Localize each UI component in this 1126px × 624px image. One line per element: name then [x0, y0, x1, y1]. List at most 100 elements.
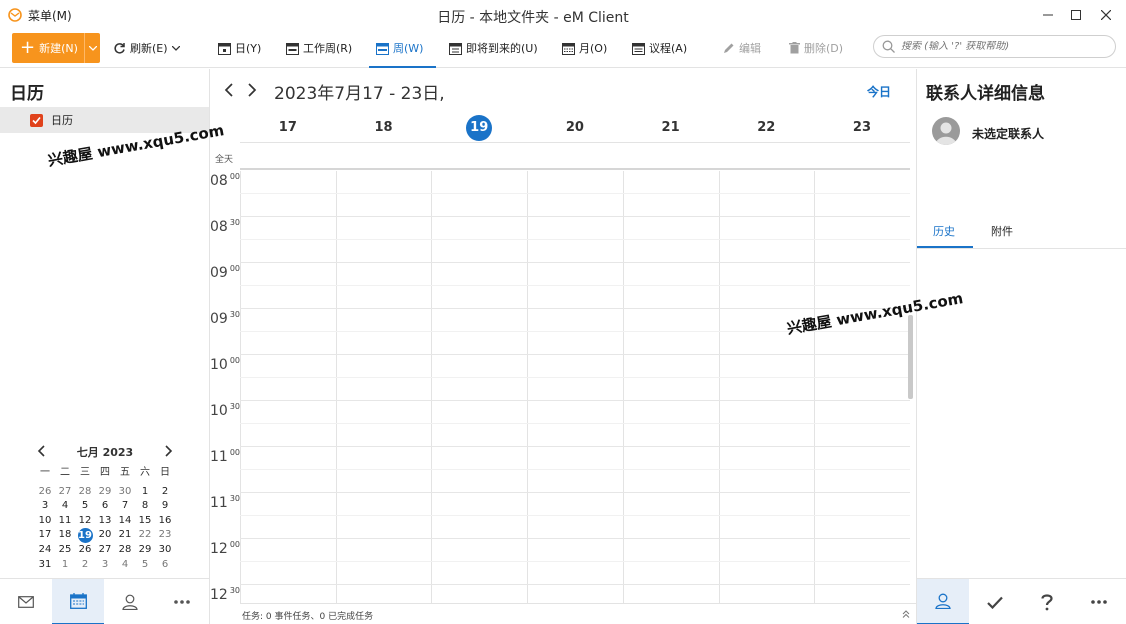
mini-calendar-day[interactable]: 13 — [95, 514, 115, 529]
mini-calendar-day[interactable]: 29 — [95, 485, 115, 500]
mini-calendar-day[interactable]: 10 — [35, 514, 55, 529]
day-column-header[interactable]: 22 — [718, 113, 814, 142]
more-nav-button[interactable] — [156, 579, 208, 624]
close-button[interactable] — [1092, 4, 1120, 26]
mini-calendar-day[interactable]: 14 — [115, 514, 135, 529]
person-icon — [935, 122, 957, 145]
pencil-icon — [723, 42, 735, 54]
time-label-minute: 00 — [229, 172, 241, 181]
new-dropdown-button[interactable] — [84, 33, 100, 63]
new-button[interactable]: + 新建(N) — [12, 33, 100, 63]
maximize-button[interactable] — [1062, 4, 1090, 26]
view-week-button[interactable]: 周(W) — [376, 38, 423, 58]
day-column-header[interactable]: 19 — [431, 113, 527, 142]
time-label-minute: 30 — [229, 402, 241, 411]
view-upcoming-button[interactable]: 即将到来的(U) — [449, 38, 538, 58]
view-month-button[interactable]: 月(O) — [562, 38, 607, 58]
mini-calendar-day[interactable]: 4 — [55, 499, 75, 514]
mini-calendar-day[interactable]: 27 — [55, 485, 75, 500]
mini-calendar-day[interactable]: 26 — [35, 485, 55, 500]
today-button[interactable]: 今日 — [867, 83, 891, 100]
mini-calendar-prev-button[interactable] — [37, 445, 45, 457]
search-input[interactable] — [901, 41, 1101, 52]
mini-calendar-day[interactable]: 28 — [75, 485, 95, 500]
mini-calendar-day[interactable]: 23 — [155, 528, 175, 543]
mini-calendar-day[interactable]: 15 — [135, 514, 155, 529]
day-column-header[interactable]: 18 — [336, 113, 432, 142]
mini-calendar-day[interactable]: 19 — [75, 528, 95, 544]
weekday-label: 五 — [120, 467, 130, 478]
delete-button[interactable]: 删除(D) — [789, 38, 843, 58]
time-label: 08 00 — [210, 172, 240, 189]
mini-calendar-day[interactable]: 20 — [95, 528, 115, 543]
collapse-up-icon[interactable] — [902, 610, 910, 618]
view-day-button[interactable]: 日(Y) — [218, 38, 261, 58]
mini-calendar-day[interactable]: 16 — [155, 514, 175, 529]
mini-calendar-day[interactable]: 1 — [135, 485, 155, 500]
view-day-label: 日(Y) — [235, 42, 262, 55]
allday-row[interactable] — [240, 144, 910, 170]
mini-calendar-day[interactable]: 8 — [135, 499, 155, 514]
person-icon — [935, 593, 951, 609]
mini-calendar-day[interactable]: 9 — [155, 499, 175, 514]
mini-calendar-day[interactable]: 3 — [95, 558, 115, 573]
mini-calendar-day[interactable]: 3 — [35, 499, 55, 514]
calendar-item-label: 日历 — [51, 114, 73, 127]
mini-calendar-day[interactable]: 21 — [115, 528, 135, 543]
mini-calendar-day[interactable]: 11 — [55, 514, 75, 529]
time-grid[interactable]: 08 00 08 30 09 00 09 30 10 00 10 30 11 00 11 30 12 00 12 30 — [210, 171, 910, 603]
mini-calendar-day[interactable]: 28 — [115, 543, 135, 558]
prev-week-button[interactable] — [224, 83, 233, 97]
mini-calendar-day[interactable]: 30 — [155, 543, 175, 558]
mini-calendar-day[interactable]: 24 — [35, 543, 55, 558]
mini-calendar-day[interactable]: 6 — [95, 499, 115, 514]
mini-calendar-day[interactable]: 26 — [75, 543, 95, 558]
tab-history[interactable]: 历史 — [933, 223, 955, 239]
trash-icon — [789, 42, 800, 54]
slot-line — [240, 492, 910, 493]
mini-calendar-day[interactable]: 27 — [95, 543, 115, 558]
tasks-button[interactable] — [969, 579, 1021, 624]
calendar-nav-button[interactable] — [52, 579, 104, 624]
slot-line-minor — [240, 423, 910, 424]
mini-calendar-day[interactable]: 17 — [35, 528, 55, 543]
contacts-nav-button[interactable] — [104, 579, 156, 624]
vertical-scrollbar[interactable] — [908, 315, 913, 399]
mini-calendar-day[interactable]: 22 — [135, 528, 155, 543]
mini-calendar-next-button[interactable] — [165, 445, 173, 457]
mini-calendar-day[interactable]: 2 — [75, 558, 95, 573]
search-box[interactable] — [873, 35, 1116, 58]
mini-calendar-day[interactable]: 25 — [55, 543, 75, 558]
minimize-button[interactable] — [1034, 4, 1062, 26]
view-workweek-button[interactable]: 工作周(R) — [286, 38, 352, 58]
help-button[interactable] — [1021, 579, 1073, 624]
mail-nav-button[interactable] — [0, 579, 52, 624]
check-icon — [987, 596, 1003, 609]
weekday-label: 六 — [140, 467, 150, 478]
mini-calendar-day[interactable]: 1 — [55, 558, 75, 573]
refresh-button[interactable]: 刷新(E) — [113, 38, 180, 58]
edit-button[interactable]: 编辑 — [723, 38, 761, 58]
day-column-header[interactable]: 21 — [623, 113, 719, 142]
tab-attachments[interactable]: 附件 — [991, 223, 1013, 239]
mini-calendar-day[interactable]: 2 — [155, 485, 175, 500]
mini-calendar-day[interactable]: 31 — [35, 558, 55, 573]
mini-calendar-day[interactable]: 6 — [155, 558, 175, 573]
mini-calendar-day[interactable]: 4 — [115, 558, 135, 573]
mini-calendar-day[interactable]: 5 — [135, 558, 155, 573]
day-column-header[interactable]: 20 — [527, 113, 623, 142]
day-column-header[interactable]: 23 — [814, 113, 910, 142]
day-column-header[interactable]: 17 — [240, 113, 336, 142]
calendar-checkbox[interactable] — [30, 113, 43, 127]
contact-details-button[interactable] — [917, 579, 969, 624]
mini-calendar-day[interactable]: 18 — [55, 528, 75, 543]
day-header-row: 17 18 19 20 21 22 23 — [240, 113, 910, 143]
mini-calendar-day[interactable]: 29 — [135, 543, 155, 558]
more-button[interactable] — [1073, 579, 1125, 624]
mini-calendar-day[interactable]: 5 — [75, 499, 95, 514]
mini-calendar-day[interactable]: 7 — [115, 499, 135, 514]
mini-calendar-day[interactable]: 30 — [115, 485, 135, 500]
mini-calendar-day[interactable]: 12 — [75, 514, 95, 529]
view-agenda-button[interactable]: 议程(A) — [632, 38, 687, 58]
next-week-button[interactable] — [248, 83, 257, 97]
